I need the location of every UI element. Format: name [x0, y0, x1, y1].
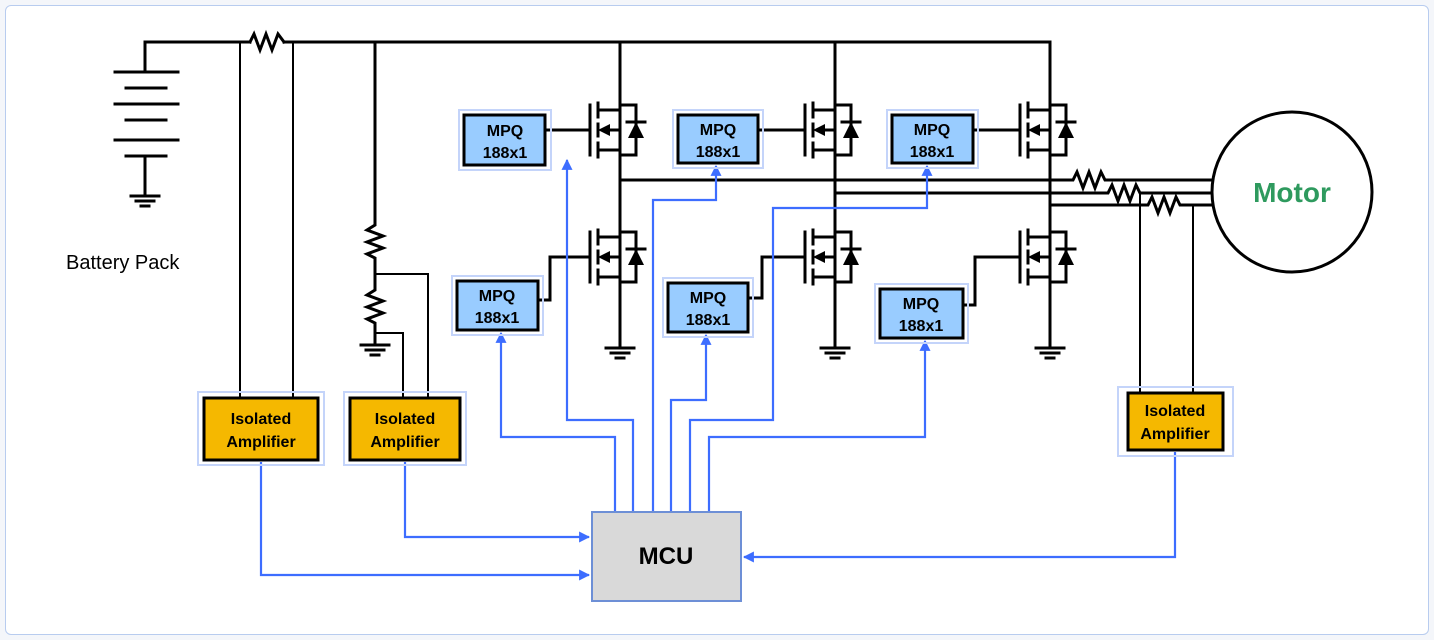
motor-drive-schematic: Battery Pack Motor MPQ188x1 MPQ188x1 MPQ… — [66, 29, 1374, 602]
svg-text:Isolated: Isolated — [231, 411, 291, 428]
svg-text:MPQ: MPQ — [914, 122, 950, 139]
gate-driver: MPQ 188x1 — [458, 109, 552, 171]
svg-text:Amplifier: Amplifier — [226, 434, 295, 451]
svg-text:188x1: 188x1 — [910, 144, 955, 161]
high-side-mosfet — [578, 83, 647, 177]
svg-text:188x1: 188x1 — [483, 145, 528, 162]
svg-text:MPQ: MPQ — [690, 290, 726, 307]
isolated-amplifier: Isolated Amplifier — [1117, 386, 1234, 457]
phase-leg-b — [793, 40, 862, 360]
mcu: MCU — [591, 511, 742, 602]
motor: Motor — [1210, 110, 1374, 274]
svg-text:MPQ: MPQ — [903, 296, 939, 313]
dc-bus — [143, 29, 1052, 74]
svg-text:MPQ: MPQ — [479, 288, 515, 305]
svg-text:Isolated: Isolated — [375, 411, 435, 428]
low-side-mosfet — [1008, 210, 1077, 304]
motor-label: Motor — [1253, 177, 1331, 208]
svg-text:Amplifier: Amplifier — [1140, 426, 1209, 443]
phase-leg-a — [578, 40, 647, 360]
svg-text:188x1: 188x1 — [475, 310, 520, 327]
low-side-mosfet — [793, 210, 862, 304]
high-side-mosfet — [1008, 83, 1077, 177]
mcu-label: MCU — [639, 543, 694, 570]
phase-leg-c — [1008, 40, 1077, 360]
svg-text:MPQ: MPQ — [487, 123, 523, 140]
gate-driver: MPQ 188x1 — [886, 109, 979, 169]
isolated-amplifier: Isolated Amplifier — [343, 391, 467, 466]
high-side-mosfet — [793, 83, 862, 177]
svg-text:188x1: 188x1 — [899, 318, 944, 335]
low-side-mosfet — [578, 210, 647, 304]
isolated-amplifier: Isolated Amplifier — [197, 391, 325, 466]
voltage-divider — [359, 40, 429, 398]
gate-driver: MPQ 188x1 — [662, 277, 754, 338]
gate-driver: MPQ 188x1 — [874, 283, 969, 344]
svg-text:Amplifier: Amplifier — [370, 434, 439, 451]
svg-text:Isolated: Isolated — [1145, 403, 1205, 420]
svg-text:188x1: 188x1 — [686, 312, 731, 329]
gate-driver: MPQ 188x1 — [672, 109, 764, 169]
svg-text:MPQ: MPQ — [700, 122, 736, 139]
gate-driver: MPQ 188x1 — [451, 275, 544, 336]
battery-pack-label: Battery Pack — [66, 252, 180, 274]
battery-symbol — [113, 70, 180, 208]
svg-text:188x1: 188x1 — [696, 144, 741, 161]
